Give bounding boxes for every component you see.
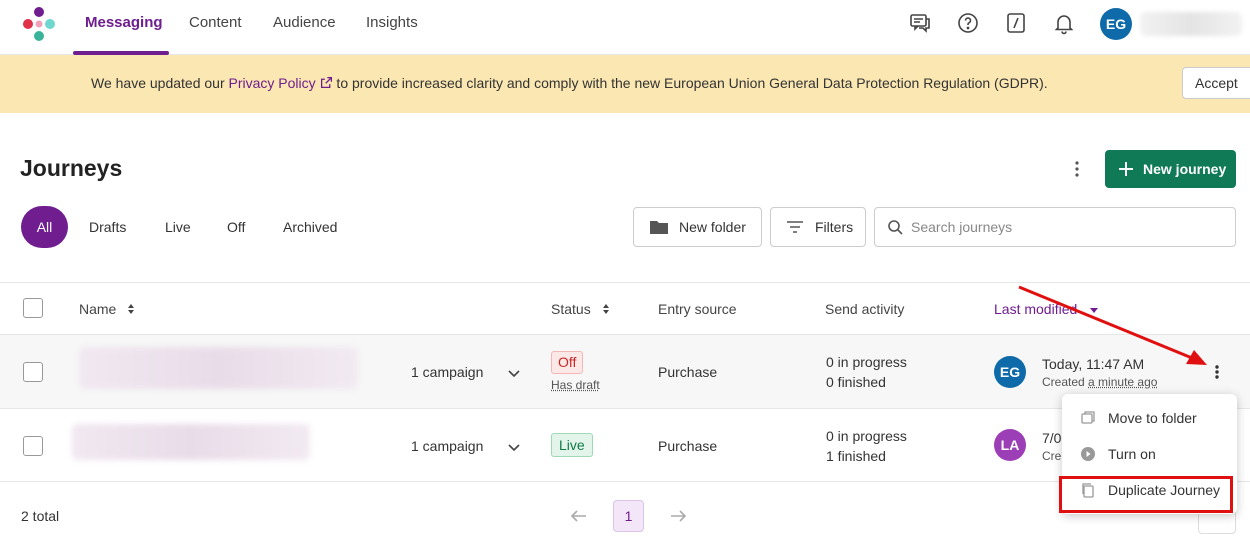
row-more-options-icon[interactable] — [1205, 360, 1229, 384]
app-logo[interactable] — [20, 5, 58, 43]
banner-text-before: We have updated our — [91, 75, 229, 91]
row-checkbox[interactable] — [23, 436, 43, 456]
slash-command-icon[interactable] — [1004, 11, 1028, 35]
privacy-policy-link[interactable]: Privacy Policy — [229, 75, 333, 91]
sort-icon — [128, 304, 135, 314]
column-header-send-activity: Send activity — [825, 301, 905, 317]
filter-tab-archived[interactable]: Archived — [283, 206, 337, 248]
banner-text-after: to provide increased clarity and comply … — [332, 75, 1048, 91]
banner-message: We have updated our Privacy Policy to pr… — [91, 75, 1048, 91]
nav-tab-audience[interactable]: Audience — [273, 0, 336, 55]
row-checkbox[interactable] — [23, 362, 43, 382]
new-journey-button[interactable]: New journey — [1105, 150, 1236, 188]
top-nav-bar: Messaging Content Audience Insights EG — [0, 0, 1250, 55]
entry-source: Purchase — [658, 364, 718, 380]
campaign-count: 1 campaign — [411, 364, 484, 380]
previous-page-icon[interactable] — [569, 506, 589, 526]
annotation-highlight-box — [1059, 476, 1233, 513]
in-progress-count: 0 in progress — [826, 428, 907, 444]
modified-time: Today, 11:47 AM — [1042, 356, 1145, 372]
status-badge: Off — [551, 351, 584, 374]
next-page-icon[interactable] — [668, 506, 688, 526]
search-input[interactable] — [911, 216, 1211, 238]
bell-icon[interactable] — [1052, 11, 1076, 35]
finished-count: 0 finished — [826, 374, 886, 390]
in-progress-count: 0 in progress — [826, 354, 907, 370]
modified-time: 7/0 — [1042, 430, 1062, 446]
new-journey-label: New journey — [1143, 161, 1227, 177]
column-header-entry-source: Entry source — [658, 301, 737, 317]
help-icon[interactable] — [956, 11, 980, 35]
search-icon — [888, 220, 903, 235]
filter-tab-off[interactable]: Off — [227, 206, 245, 248]
nav-tab-messaging[interactable]: Messaging — [85, 0, 163, 55]
nav-tab-content[interactable]: Content — [189, 0, 242, 55]
filters-label: Filters — [815, 219, 854, 235]
created-info: Cre — [1042, 449, 1062, 463]
total-count: 2 total — [21, 508, 60, 524]
menu-item-turn-on[interactable]: Turn on — [1062, 436, 1237, 472]
journey-name-redacted[interactable] — [72, 424, 310, 460]
nav-tab-insights[interactable]: Insights — [366, 0, 418, 55]
status-badge: Live — [551, 433, 593, 457]
filter-tab-all[interactable]: All — [21, 206, 68, 248]
campaign-count: 1 campaign — [411, 438, 484, 454]
accept-button[interactable]: Accept — [1182, 67, 1250, 99]
new-folder-label: New folder — [679, 219, 746, 235]
privacy-banner: We have updated our Privacy Policy to pr… — [0, 55, 1250, 113]
user-avatar[interactable]: EG — [1100, 8, 1132, 40]
journey-name-redacted[interactable] — [79, 347, 358, 389]
move-folder-icon — [1081, 411, 1095, 424]
page-title: Journeys — [20, 155, 123, 181]
new-folder-button[interactable]: New folder — [633, 207, 762, 247]
column-header-name[interactable]: Name — [79, 301, 136, 317]
search-box[interactable] — [874, 207, 1236, 247]
menu-item-move-to-folder[interactable]: Move to folder — [1062, 400, 1237, 436]
external-link-icon — [320, 76, 332, 89]
page-more-options-icon[interactable] — [1065, 157, 1089, 181]
sort-desc-icon — [1090, 308, 1099, 313]
user-name-redacted — [1140, 12, 1242, 36]
play-icon — [1081, 447, 1095, 461]
sort-icon — [602, 304, 609, 314]
modifier-avatar: LA — [994, 429, 1026, 461]
filter-tab-drafts[interactable]: Drafts — [89, 206, 126, 248]
feedback-icon[interactable] — [908, 11, 932, 35]
table-header: Name Status Entry source Send activity L… — [0, 282, 1250, 335]
filter-tab-live[interactable]: Live — [165, 206, 191, 248]
column-header-last-modified[interactable]: Last modified — [994, 301, 1099, 317]
column-header-status[interactable]: Status — [551, 301, 611, 317]
chevron-down-icon[interactable] — [507, 440, 521, 454]
filter-lines-icon — [787, 221, 803, 233]
created-info: Created a minute ago — [1042, 375, 1158, 389]
has-draft-note[interactable]: Has draft — [551, 378, 600, 392]
filters-button[interactable]: Filters — [770, 207, 866, 247]
chevron-down-icon[interactable] — [507, 366, 521, 380]
finished-count: 1 finished — [826, 448, 886, 464]
entry-source: Purchase — [658, 438, 718, 454]
select-all-checkbox[interactable] — [23, 298, 43, 318]
page-number-current[interactable]: 1 — [613, 500, 644, 532]
plus-icon — [1119, 162, 1133, 176]
folder-icon — [650, 221, 668, 234]
modifier-avatar: EG — [994, 356, 1026, 388]
